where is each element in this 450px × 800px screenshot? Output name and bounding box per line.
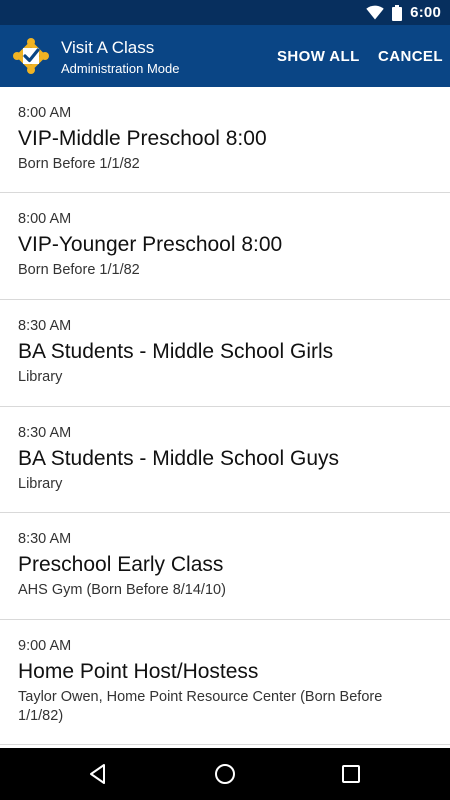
app-titles: Visit A Class Administration Mode [61, 38, 180, 78]
list-item[interactable]: 9:00 AM Home Point Host/Hostess Taylor O… [0, 620, 450, 745]
class-time: 8:00 AM [18, 105, 72, 121]
class-time: 8:00 AM [18, 211, 72, 227]
class-detail: Taylor Owen, Home Point Resource Center … [18, 689, 383, 724]
class-detail: Born Before 1/1/82 [18, 156, 140, 172]
class-detail: Born Before 1/1/82 [18, 262, 140, 278]
class-time: 8:30 AM [18, 425, 72, 441]
navigation-bar [0, 748, 450, 800]
app-bar: Visit A Class Administration Mode SHOW A… [0, 25, 450, 87]
class-time: 9:00 AM [18, 638, 72, 654]
battery-icon [392, 4, 403, 21]
back-icon[interactable] [86, 762, 110, 786]
home-icon[interactable] [213, 762, 237, 786]
class-detail: Library [18, 369, 63, 385]
list-item[interactable]: 8:00 AM VIP-Middle Preschool 8:00 Born B… [0, 87, 450, 193]
class-check-logo-icon [12, 37, 50, 75]
list-item[interactable]: 8:00 AM VIP-Younger Preschool 8:00 Born … [0, 193, 450, 300]
class-list[interactable]: 8:00 AM VIP-Middle Preschool 8:00 Born B… [0, 87, 450, 748]
page-subtitle: Administration Mode [61, 61, 180, 76]
list-item[interactable]: 8:30 AM BA Students - Middle School Girl… [0, 300, 450, 407]
class-detail: AHS Gym (Born Before 8/14/10) [18, 582, 226, 598]
list-item[interactable]: 8:30 AM BA Students - Middle School Guys… [0, 407, 450, 513]
class-name: Preschool Early Class [18, 553, 224, 576]
status-bar: 6:00 [0, 0, 450, 25]
list-item[interactable]: 8:30 AM Preschool Early Class AHS Gym (B… [0, 513, 450, 620]
wifi-icon [366, 5, 384, 20]
class-detail: Library [18, 476, 63, 492]
class-time: 8:30 AM [18, 531, 72, 547]
class-name: VIP-Middle Preschool 8:00 [18, 127, 267, 150]
class-name: VIP-Younger Preschool 8:00 [18, 233, 283, 256]
class-time: 8:30 AM [18, 318, 72, 334]
class-name: BA Students - Middle School Guys [18, 447, 339, 470]
status-time: 6:00 [410, 4, 441, 21]
page-title: Visit A Class [61, 38, 155, 57]
class-name: Home Point Host/Hostess [18, 660, 259, 683]
class-name: BA Students - Middle School Girls [18, 340, 334, 363]
cancel-button[interactable]: CANCEL [378, 25, 443, 87]
show-all-button[interactable]: SHOW ALL [277, 25, 360, 87]
recents-icon[interactable] [339, 762, 363, 786]
